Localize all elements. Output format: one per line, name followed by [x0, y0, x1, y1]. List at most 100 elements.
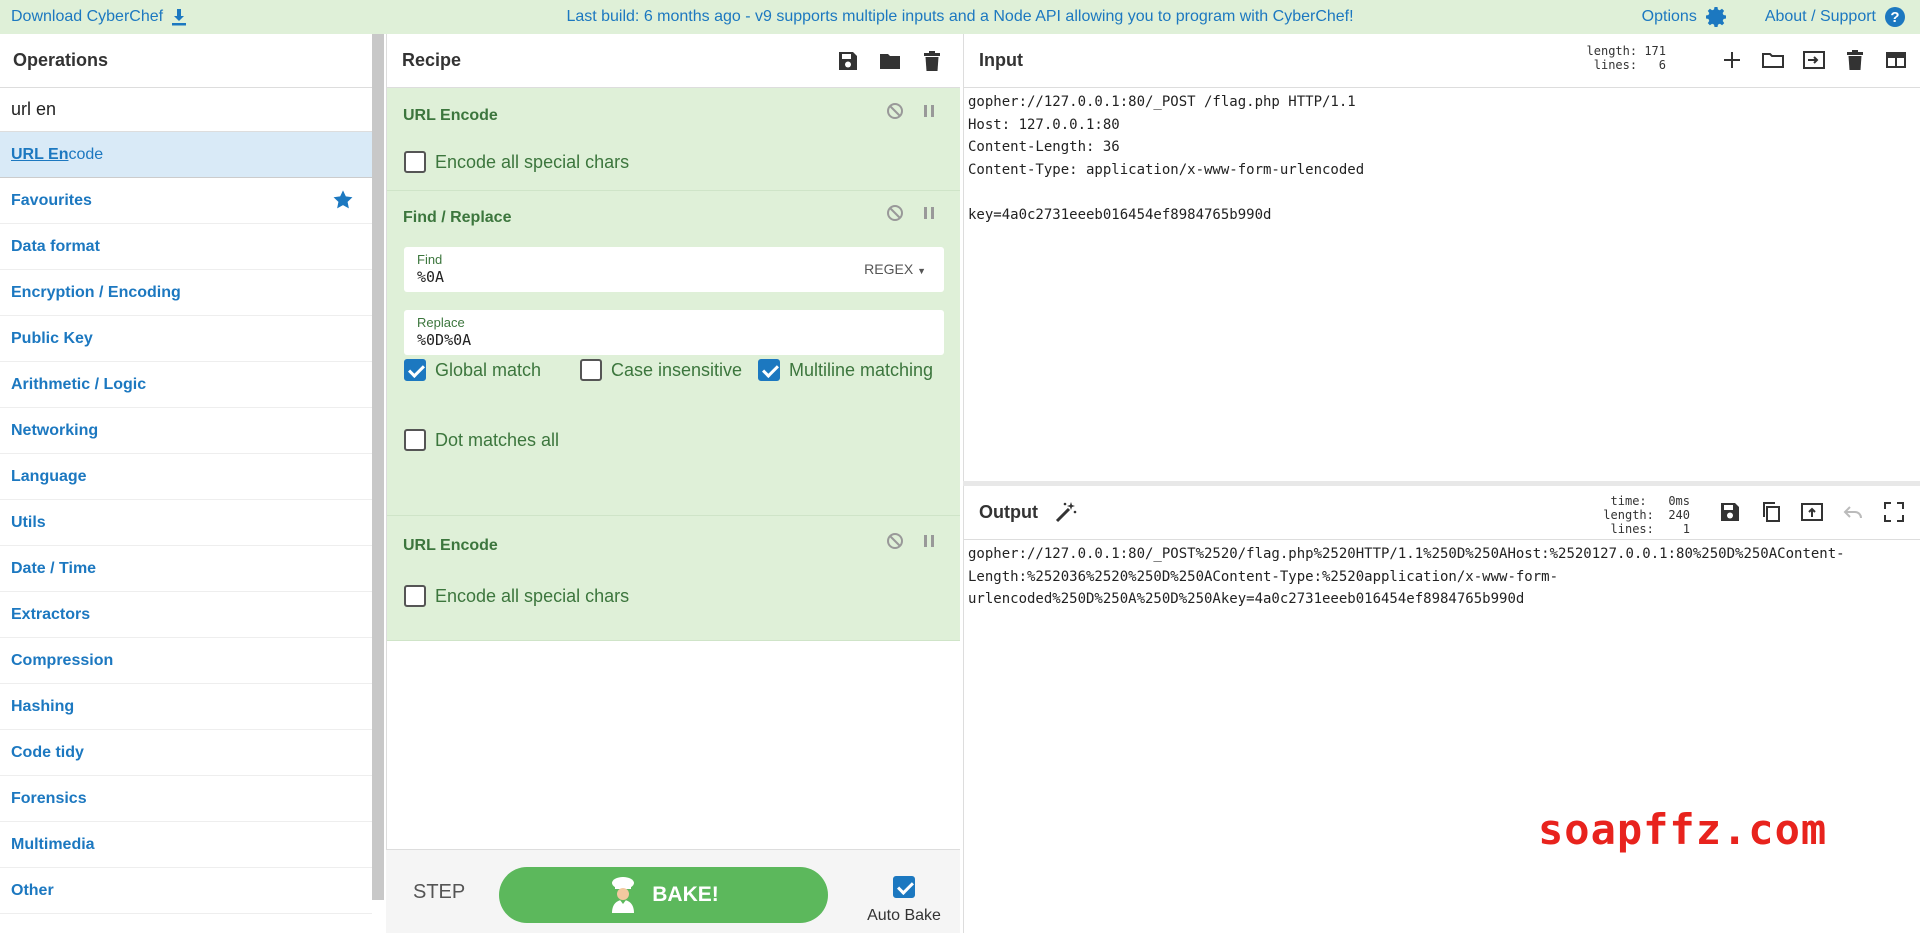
recipe-op-find-replace[interactable]: Find / Replace Find %0A REGEX ▼ Replace …	[387, 191, 960, 516]
auto-bake-checkbox[interactable]: Auto Bake	[862, 876, 946, 925]
encode-all-special-chars-checkbox[interactable]: Encode all special chars	[404, 585, 629, 607]
multiple-inputs-link[interactable]: multiple inputs	[842, 8, 944, 25]
category-label: Encryption / Encoding	[11, 283, 181, 301]
auto-bake-label: Auto Bake	[867, 907, 941, 924]
category-multimedia[interactable]: Multimedia	[0, 822, 372, 868]
save-recipe-icon[interactable]	[836, 49, 860, 73]
breakpoint-icon[interactable]	[920, 102, 938, 120]
category-date-time[interactable]: Date / Time	[0, 546, 372, 592]
find-value[interactable]: %0A	[417, 268, 444, 286]
case-insensitive-checkbox[interactable]: Case insensitive	[580, 359, 742, 381]
category-compression[interactable]: Compression	[0, 638, 372, 684]
download-link[interactable]: Download CyberChef	[11, 0, 187, 34]
disable-op-icon[interactable]	[886, 532, 904, 550]
checkbox-box[interactable]	[404, 359, 426, 381]
checkbox-box[interactable]	[893, 876, 915, 898]
star-icon[interactable]	[332, 189, 354, 211]
find-label: Find	[417, 252, 443, 267]
category-hashing[interactable]: Hashing	[0, 684, 372, 730]
category-label: Multimedia	[11, 835, 95, 853]
output-stats: time: 0ms length: 240 lines: 1	[1603, 494, 1690, 536]
category-label: Other	[11, 881, 54, 899]
watermark-text: soapffz.com	[1538, 805, 1828, 854]
recipe-op-url-encode-1[interactable]: URL Encode Encode all special chars	[387, 88, 960, 191]
step-button[interactable]: STEP	[413, 881, 465, 904]
download-icon	[172, 9, 187, 26]
gear-icon[interactable]	[1705, 5, 1729, 29]
caret-down-icon: ▼	[917, 266, 926, 276]
category-label: Hashing	[11, 697, 75, 715]
open-folder-icon[interactable]	[1761, 48, 1785, 72]
op-title: Find / Replace	[403, 209, 512, 226]
checkbox-label: Global match	[435, 359, 542, 380]
find-mode-dropdown[interactable]: REGEX ▼	[864, 261, 926, 277]
breakpoint-icon[interactable]	[920, 532, 938, 550]
category-encryption-encoding[interactable]: Encryption / Encoding	[0, 270, 372, 316]
checkbox-box[interactable]	[404, 429, 426, 451]
replace-value[interactable]: %0D%0A	[417, 331, 471, 349]
checkbox-label: Multiline matching	[789, 359, 934, 380]
copy-icon[interactable]	[1759, 500, 1783, 524]
disable-op-icon[interactable]	[886, 102, 904, 120]
add-tab-icon[interactable]	[1720, 48, 1744, 72]
category-public-key[interactable]: Public Key	[0, 316, 372, 362]
output-panel: Output time: 0ms length: 240 lines: 1 go…	[963, 486, 1920, 933]
category-forensics[interactable]: Forensics	[0, 776, 372, 822]
input-stats: length: 171 lines: 6	[1586, 44, 1666, 72]
op-title: URL Encode	[403, 537, 498, 554]
operations-search-input[interactable]: url en	[0, 88, 372, 132]
category-arithmetic-logic[interactable]: Arithmetic / Logic	[0, 362, 372, 408]
breakpoint-icon[interactable]	[920, 204, 938, 222]
category-extractors[interactable]: Extractors	[0, 592, 372, 638]
checkbox-label: Encode all special chars	[435, 151, 630, 172]
checkbox-box[interactable]	[758, 359, 780, 381]
open-file-icon[interactable]	[1802, 48, 1826, 72]
download-label[interactable]: Download CyberChef	[11, 8, 163, 26]
category-utils[interactable]: Utils	[0, 500, 372, 546]
category-networking[interactable]: Networking	[0, 408, 372, 454]
category-label: Compression	[11, 651, 114, 669]
save-output-icon[interactable]	[1718, 500, 1742, 524]
layout-icon[interactable]	[1884, 48, 1908, 72]
input-title: Input	[979, 50, 1023, 70]
node-api-link[interactable]: Node API	[993, 8, 1061, 25]
category-favourites[interactable]: Favourites	[0, 178, 372, 224]
help-icon[interactable]: ?	[1884, 6, 1906, 28]
load-recipe-icon[interactable]	[878, 49, 902, 73]
replace-input-with-output-icon[interactable]	[1800, 500, 1824, 524]
bake-button[interactable]: BAKE!	[499, 867, 828, 923]
replace-input[interactable]: Replace %0D%0A	[404, 310, 944, 355]
disable-op-icon[interactable]	[886, 204, 904, 222]
input-line: gopher://127.0.0.1:80/_POST /flag.php HT…	[968, 94, 1356, 110]
checkbox-box[interactable]	[404, 151, 426, 173]
maximise-icon[interactable]	[1882, 500, 1906, 524]
input-panel: Input length: 171 lines: 6 gopher://127.…	[963, 34, 1920, 481]
recipe-op-url-encode-2[interactable]: URL Encode Encode all special chars	[387, 516, 960, 641]
category-label: Extractors	[11, 605, 91, 623]
checkbox-box[interactable]	[580, 359, 602, 381]
clear-input-icon[interactable]	[1843, 48, 1867, 72]
category-language[interactable]: Language	[0, 454, 372, 500]
find-mode-label: REGEX	[864, 261, 914, 277]
checkbox-box[interactable]	[404, 585, 426, 607]
category-data-format[interactable]: Data format	[0, 224, 372, 270]
dot-matches-all-checkbox[interactable]: Dot matches all	[404, 429, 559, 451]
checkbox-label: Dot matches all	[435, 429, 560, 450]
category-label: Forensics	[11, 789, 87, 807]
category-other[interactable]: Other	[0, 868, 372, 914]
operations-title: Operations	[0, 34, 372, 88]
input-line: Host: 127.0.0.1:80	[968, 116, 1120, 133]
encode-all-special-chars-checkbox[interactable]: Encode all special chars	[404, 151, 629, 173]
recipe-title: Recipe	[402, 50, 462, 70]
magic-wand-icon[interactable]	[1054, 500, 1078, 524]
find-input[interactable]: Find %0A REGEX ▼	[404, 247, 944, 292]
clear-recipe-icon[interactable]	[920, 49, 944, 73]
global-match-checkbox[interactable]: Global match	[404, 359, 541, 381]
search-result-url-encode[interactable]: URL En code	[0, 132, 372, 178]
category-code-tidy[interactable]: Code tidy	[0, 730, 372, 776]
banner-message: Last build: 6 months ago - v9 supports m…	[566, 8, 1354, 25]
operations-scrollbar[interactable]	[372, 34, 384, 900]
options-link[interactable]: Options	[1642, 8, 1697, 26]
multiline-matching-checkbox[interactable]: Multiline matching	[758, 359, 933, 381]
about-support-link[interactable]: About / Support	[1765, 8, 1876, 26]
